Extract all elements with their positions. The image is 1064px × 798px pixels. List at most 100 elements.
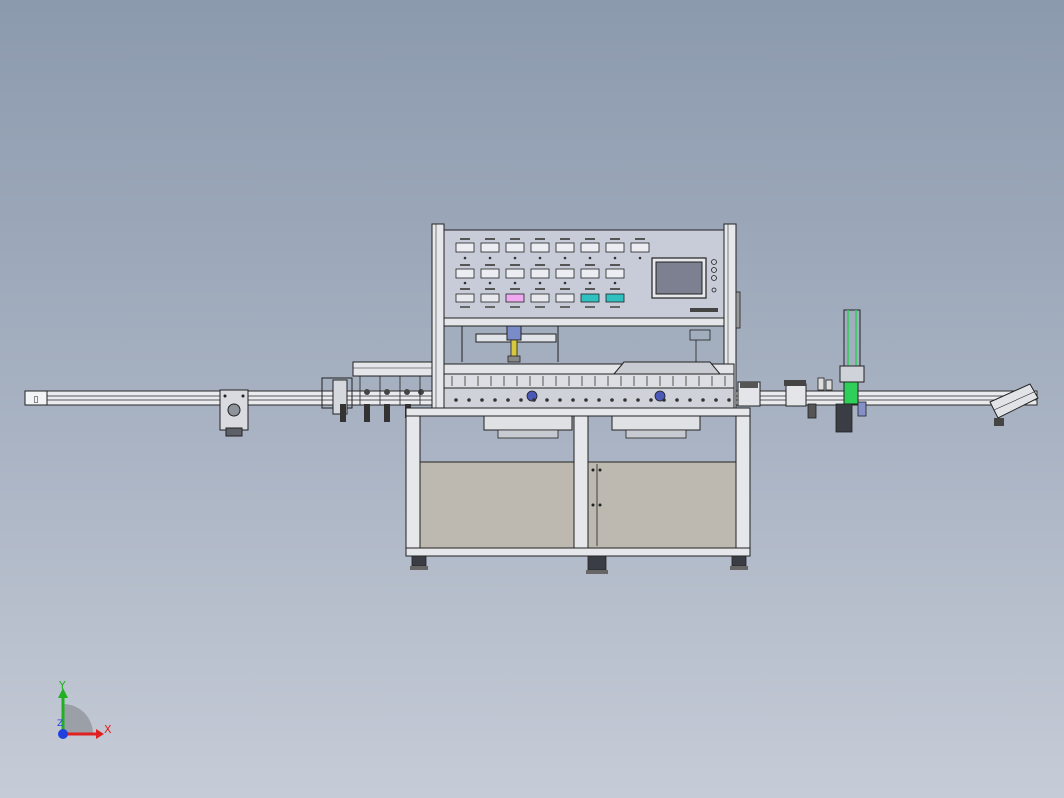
indicator-dot — [588, 281, 592, 285]
switch-label-mark — [535, 306, 545, 308]
indicator-dot — [563, 256, 567, 260]
indicator-dot — [588, 256, 592, 260]
display-caption-mark — [585, 264, 595, 266]
switch-caption-mark — [585, 288, 595, 290]
y-axis-label: Y — [59, 679, 66, 692]
indicator-dot — [538, 256, 542, 260]
indicator-dot — [463, 281, 467, 285]
selector-switch — [555, 293, 575, 303]
panel-nameplate — [690, 308, 718, 312]
fastener-bolt — [584, 398, 588, 402]
switch-caption-mark — [610, 288, 620, 290]
switch-label-mark — [585, 306, 595, 308]
temperature-display — [455, 268, 475, 279]
coordinate-triad[interactable] — [58, 688, 104, 739]
temperature-display — [455, 242, 475, 253]
switch-caption-mark — [460, 288, 470, 290]
display-caption-mark — [485, 264, 495, 266]
switch-caption-mark — [560, 288, 570, 290]
fastener-bolt — [662, 398, 666, 402]
indicator-dot — [463, 256, 467, 260]
selector-switch — [580, 293, 600, 303]
fastener-bolt — [493, 398, 497, 402]
labeling-station — [835, 309, 867, 433]
fastener-bolt — [675, 398, 679, 402]
display-caption-mark — [510, 264, 520, 266]
indicator-dot — [488, 256, 492, 260]
temperature-display — [605, 268, 625, 279]
fastener-bolt — [506, 398, 510, 402]
switch-caption-mark — [510, 288, 520, 290]
indicator-dot — [638, 256, 642, 260]
fastener-bolt — [688, 398, 692, 402]
selector-switch — [455, 293, 475, 303]
fastener-bolt — [467, 398, 471, 402]
display-caption-mark — [510, 238, 520, 240]
left-drive-module — [219, 389, 249, 437]
x-axis-label: X — [104, 723, 112, 736]
fastener-bolt — [727, 398, 731, 402]
machine-model[interactable]: ▯ — [0, 0, 1064, 798]
indicator-dot — [613, 256, 617, 260]
display-caption-mark — [535, 264, 545, 266]
leveling-feet — [410, 555, 748, 574]
display-caption-mark — [460, 264, 470, 266]
fastener-bolt — [558, 398, 562, 402]
switch-label-mark — [610, 306, 620, 308]
temperature-display — [630, 242, 650, 253]
display-caption-mark — [610, 238, 620, 240]
temperature-display — [480, 268, 500, 279]
display-caption-mark — [610, 264, 620, 266]
sealing-cylinder — [461, 325, 711, 363]
selector-switch — [605, 293, 625, 303]
switch-label-mark — [510, 306, 520, 308]
switch-label-mark — [485, 306, 495, 308]
indicator-dot — [538, 281, 542, 285]
indicator-dot — [513, 281, 517, 285]
display-caption-mark — [485, 238, 495, 240]
display-caption-mark — [560, 264, 570, 266]
display-caption-mark — [560, 238, 570, 240]
z-axis-label: Z — [57, 719, 64, 729]
fastener-bolt — [545, 398, 549, 402]
indicator-dot — [488, 281, 492, 285]
display-caption-mark — [635, 238, 645, 240]
indicator-dot — [513, 256, 517, 260]
hmi-touch-screen[interactable] — [651, 257, 707, 299]
temperature-display — [505, 268, 525, 279]
selector-switch — [505, 293, 525, 303]
fastener-bolt — [532, 398, 536, 402]
temperature-display — [605, 242, 625, 253]
temperature-display — [580, 242, 600, 253]
fastener-bolt — [610, 398, 614, 402]
selector-switch — [530, 293, 550, 303]
temperature-display — [580, 268, 600, 279]
z-axis-marker — [58, 729, 68, 739]
switch-label-mark — [560, 306, 570, 308]
fastener-bolt — [454, 398, 458, 402]
fastener-bolt — [597, 398, 601, 402]
switch-caption-mark — [535, 288, 545, 290]
fastener-bolt — [714, 398, 718, 402]
switch-caption-mark — [485, 288, 495, 290]
indicator-dot — [613, 281, 617, 285]
display-caption-mark — [535, 238, 545, 240]
fastener-bolt — [571, 398, 575, 402]
temperature-display — [480, 242, 500, 253]
display-caption-mark — [460, 238, 470, 240]
switch-label-mark — [460, 306, 470, 308]
temperature-display — [505, 242, 525, 253]
fastener-bolt — [701, 398, 705, 402]
selector-switch — [480, 293, 500, 303]
temperature-display — [555, 268, 575, 279]
cad-viewport[interactable]: ▯ Y X Z — [0, 0, 1064, 798]
temperature-display — [530, 242, 550, 253]
fastener-bolt — [480, 398, 484, 402]
temperature-display — [555, 242, 575, 253]
temperature-display — [530, 268, 550, 279]
indicator-dot — [563, 281, 567, 285]
fastener-bolt — [519, 398, 523, 402]
display-caption-mark — [585, 238, 595, 240]
fastener-bolt — [623, 398, 627, 402]
fastener-bolt — [649, 398, 653, 402]
